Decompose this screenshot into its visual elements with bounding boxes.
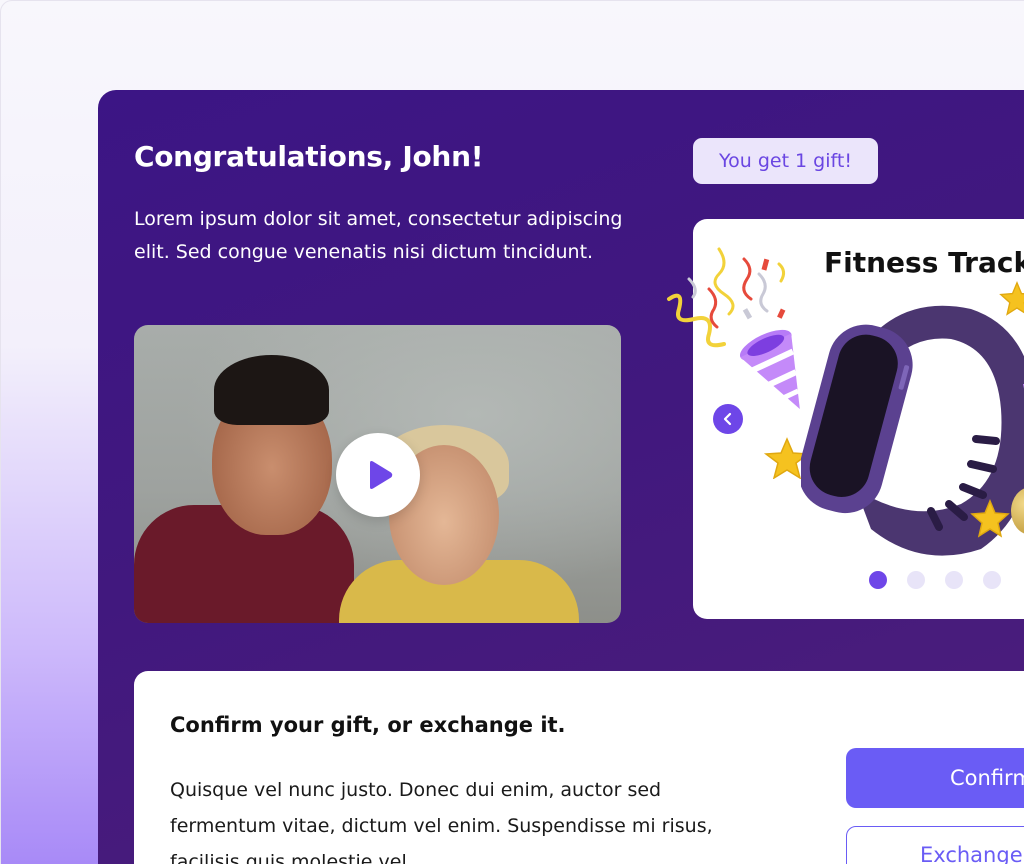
carousel-dot[interactable] xyxy=(945,571,963,589)
star-icon xyxy=(970,499,1010,538)
carousel-prev-button[interactable] xyxy=(713,404,743,434)
gift-count-badge: You get 1 gift! xyxy=(693,138,878,184)
carousel-dot[interactable] xyxy=(983,571,1001,589)
play-button[interactable] xyxy=(336,433,420,517)
page-title: Congratulations, John! xyxy=(134,140,484,173)
party-popper-decoration xyxy=(1023,384,1024,389)
carousel-dots xyxy=(869,571,1001,589)
exchange-button[interactable]: Exchange xyxy=(846,826,1024,864)
confirm-description: Quisque vel nunc justo. Donec dui enim, … xyxy=(170,779,713,864)
hero-description: Lorem ipsum dolor sit amet, consectetur … xyxy=(134,208,623,263)
video-person-man-hair xyxy=(214,355,329,425)
confirm-button[interactable]: Confirm xyxy=(846,748,1024,808)
video-player[interactable] xyxy=(134,325,621,623)
gift-title: Fitness Tracker xyxy=(824,246,1024,279)
star-icon xyxy=(999,281,1024,316)
chevron-left-icon xyxy=(723,412,732,426)
carousel-dot[interactable] xyxy=(869,571,887,589)
carousel-dot[interactable] xyxy=(907,571,925,589)
confirm-heading: Confirm your gift, or exchange it. xyxy=(170,713,566,737)
play-icon xyxy=(370,461,393,489)
